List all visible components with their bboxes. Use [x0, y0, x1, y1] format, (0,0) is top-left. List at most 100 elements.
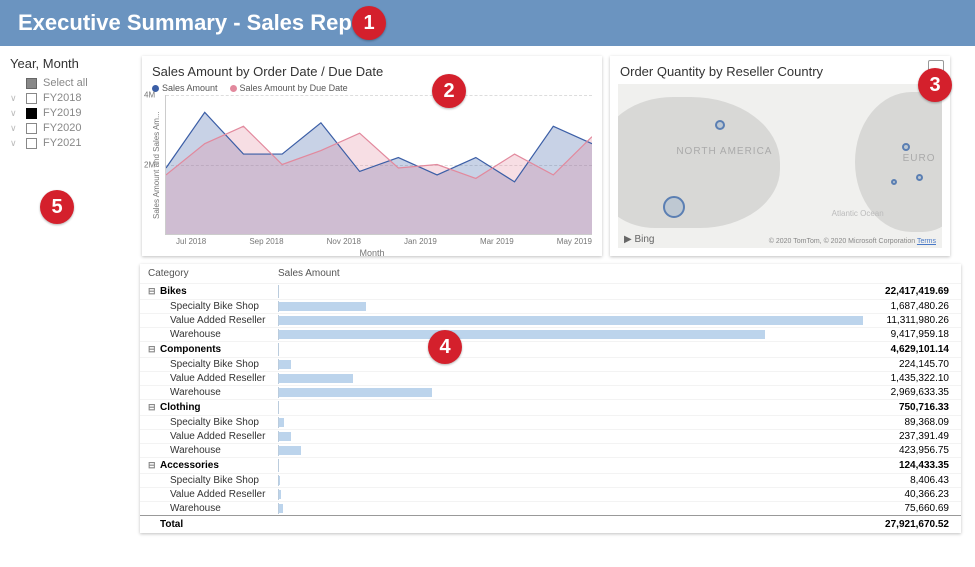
report-header: Executive Summary - Sales Report	[0, 0, 975, 46]
row-name: Value Added Reseller	[160, 431, 278, 442]
callout-1: 1	[352, 6, 386, 40]
data-bar	[279, 504, 283, 513]
sales-table[interactable]: Category Sales Amount ⊟Bikes22,417,419.6…	[140, 264, 961, 533]
slicer-title: Year, Month	[10, 56, 134, 71]
table-row[interactable]: Warehouse 2,969,633.35	[140, 385, 961, 399]
table-category-row[interactable]: ⊟Bikes22,417,419.69	[140, 283, 961, 299]
content-row: Year, Month Select all ∨FY2018∨FY2019∨FY…	[0, 46, 975, 256]
checkbox-icon	[26, 123, 37, 134]
select-all-label: Select all	[43, 77, 88, 89]
table-row[interactable]: Specialty Bike Shop1,687,480.26	[140, 299, 961, 313]
data-bar	[279, 316, 863, 325]
row-value: 11,311,980.26	[863, 315, 953, 326]
table-row[interactable]: Specialty Bike Shop8,406.43	[140, 473, 961, 487]
table-header: Category Sales Amount	[140, 264, 961, 283]
terms-link[interactable]: Terms	[917, 238, 936, 245]
legend-label: Sales Amount by Due Date	[240, 83, 348, 93]
table-category-row[interactable]: ⊟Clothing 750,716.33	[140, 399, 961, 415]
row-value: 1,435,322.10	[863, 373, 953, 384]
callout-2: 2	[432, 74, 466, 108]
table-row[interactable]: Warehouse75,660.69	[140, 501, 961, 515]
col-amount: Sales Amount	[278, 268, 340, 279]
table-row[interactable]: Warehouse 9,417,959.18	[140, 327, 961, 341]
row-name: Value Added Reseller	[160, 489, 278, 500]
collapse-icon[interactable]: ⊟	[148, 286, 160, 297]
chart-title: Sales Amount by Order Date / Due Date	[152, 64, 592, 79]
slicer-item[interactable]: ∨ FY2021	[10, 137, 134, 149]
x-axis-label: Month	[152, 248, 592, 258]
slicer-item-label: FY2021	[43, 137, 82, 149]
row-value: 423,956.75	[863, 445, 953, 456]
collapse-icon[interactable]: ⊟	[148, 344, 160, 355]
data-bar	[279, 360, 291, 369]
checkbox-icon	[26, 138, 37, 149]
table-category-row[interactable]: ⊟Accessories 124,433.35	[140, 457, 961, 473]
row-value: 2,969,633.35	[863, 387, 953, 398]
table-row[interactable]: Value Added Reseller 11,311,980.26	[140, 313, 961, 327]
map-title: Order Quantity by Reseller Country	[620, 64, 940, 79]
map-attribution: © 2020 TomTom, © 2020 Microsoft Corporat…	[769, 238, 936, 245]
row-value: 224,145.70	[863, 359, 953, 370]
callout-4: 4	[428, 330, 462, 364]
table-row[interactable]: Value Added Reseller1,435,322.10	[140, 371, 961, 385]
report-title: Executive Summary - Sales Report	[18, 10, 381, 35]
slicer-item[interactable]: ∨FY2018	[10, 92, 134, 104]
legend-label: Sales Amount	[162, 83, 218, 93]
map-bubble[interactable]	[916, 174, 923, 181]
row-value: 237,391.49	[863, 431, 953, 442]
collapse-icon[interactable]: ⊟	[148, 460, 160, 471]
category-total: 22,417,419.69	[863, 286, 953, 297]
map-bubble[interactable]	[891, 179, 897, 185]
row-value: 40,366.23	[863, 489, 953, 500]
table-category-row[interactable]: ⊟Components 4,629,101.14	[140, 341, 961, 357]
data-bar	[279, 418, 284, 427]
row-name: Specialty Bike Shop	[160, 359, 278, 370]
checkbox-icon	[26, 93, 37, 104]
slicer-item[interactable]: ∨FY2020	[10, 122, 134, 134]
chevron-icon: ∨	[10, 123, 20, 134]
category-total: 124,433.35	[863, 460, 953, 471]
data-bar	[279, 330, 765, 339]
plot-area: 4M 2M	[165, 95, 592, 235]
category-total: 4,629,101.14	[863, 344, 953, 355]
map-label: Atlantic Ocean	[832, 209, 884, 218]
checkbox-icon	[26, 108, 37, 119]
total-label: Total	[160, 519, 278, 530]
total-value: 27,921,670.52	[863, 519, 953, 530]
row-name: Warehouse	[160, 329, 278, 340]
row-name: Warehouse	[160, 387, 278, 398]
map-bubble[interactable]	[902, 143, 910, 151]
table-total-row: Total 27,921,670.52	[140, 515, 961, 533]
category-name: Accessories	[160, 460, 278, 471]
category-name: Components	[160, 344, 278, 355]
row-name: Value Added Reseller	[160, 315, 278, 326]
slicer-item-label: FY2018	[43, 92, 82, 104]
data-bar	[279, 446, 301, 455]
data-bar	[279, 302, 366, 311]
slicer-item[interactable]: ∨FY2019	[10, 107, 134, 119]
category-name: Clothing	[160, 402, 278, 413]
slicer-item-label: FY2019	[43, 107, 82, 119]
row-value: 89,368.09	[863, 417, 953, 428]
data-bar	[279, 432, 291, 441]
category-total: 750,716.33	[863, 402, 953, 413]
map-bubble[interactable]	[663, 196, 685, 218]
table-row[interactable]: Value Added Reseller 237,391.49	[140, 429, 961, 443]
map-area[interactable]: NORTH AMERICA EURO Atlantic Ocean ▶ Bing…	[618, 84, 942, 248]
order-quantity-map[interactable]: Order Quantity by Reseller Country NORTH…	[610, 56, 950, 256]
x-ticks: Jul 2018Sep 2018Nov 2018Jan 2019Mar 2019…	[176, 237, 592, 246]
row-value: 9,417,959.18	[863, 329, 953, 340]
chevron-icon: ∨	[10, 138, 20, 149]
collapse-icon[interactable]: ⊟	[148, 402, 160, 413]
table-row[interactable]: Value Added Reseller 40,366.23	[140, 487, 961, 501]
sales-amount-chart[interactable]: Sales Amount by Order Date / Due Date Sa…	[142, 56, 602, 256]
table-row[interactable]: Specialty Bike Shop 89,368.09	[140, 415, 961, 429]
year-month-slicer: Year, Month Select all ∨FY2018∨FY2019∨FY…	[4, 56, 134, 256]
row-name: Specialty Bike Shop	[160, 417, 278, 428]
y-tick: 2M	[144, 160, 155, 169]
table-row[interactable]: Specialty Bike Shop 224,145.70	[140, 357, 961, 371]
table-row[interactable]: Warehouse423,956.75	[140, 443, 961, 457]
slicer-select-all[interactable]: Select all	[10, 77, 134, 89]
callout-5: 5	[40, 190, 74, 224]
row-value: 75,660.69	[863, 503, 953, 514]
